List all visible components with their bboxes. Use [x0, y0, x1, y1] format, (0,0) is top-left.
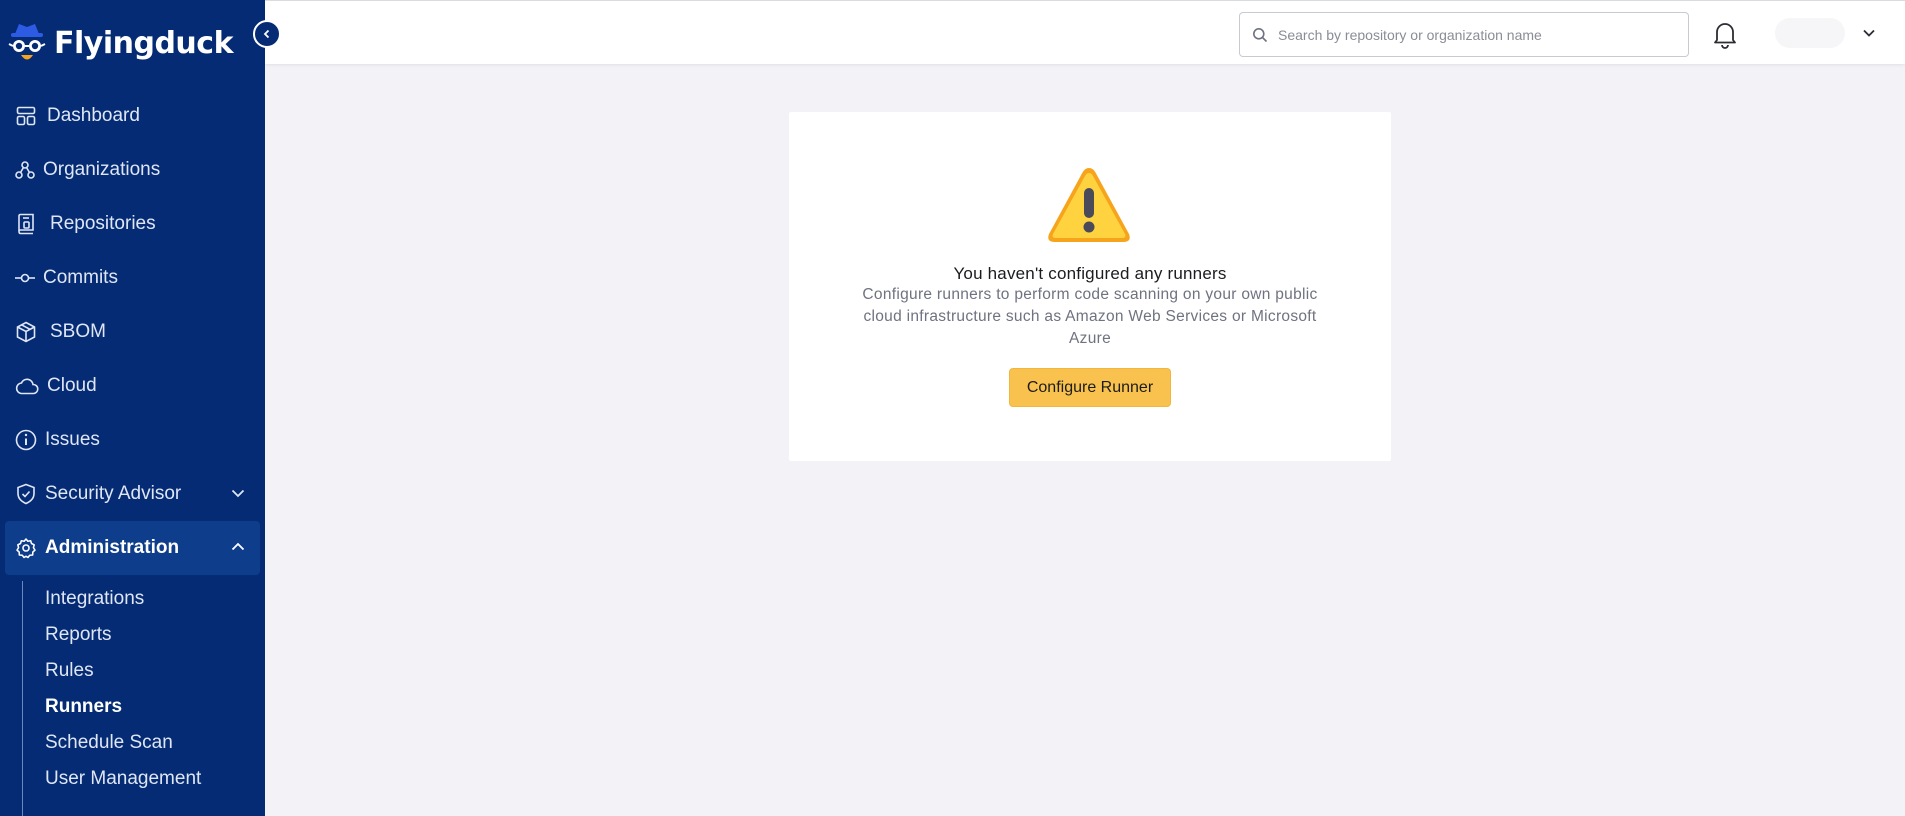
- bell-icon[interactable]: [1711, 19, 1739, 49]
- subnav-item-integrations[interactable]: Integrations: [22, 581, 265, 617]
- sidebar-nav: Dashboard Organizations Repositories Com…: [0, 89, 265, 816]
- sidebar-item-dashboard[interactable]: Dashboard: [0, 89, 265, 143]
- chevron-down-icon: [1863, 29, 1875, 37]
- sidebar-item-security-advisor[interactable]: Security Advisor: [0, 467, 265, 521]
- sidebar-item-cloud[interactable]: Cloud: [0, 359, 265, 413]
- sidebar-item-commits[interactable]: Commits: [0, 251, 265, 305]
- brand-name: Flyingduck: [54, 25, 234, 61]
- warning-icon: [1048, 168, 1130, 242]
- sidebar-item-label: SBOM: [50, 321, 106, 342]
- avatar: [1775, 18, 1845, 48]
- sidebar-item-label: Commits: [43, 267, 118, 288]
- sidebar-item-label: Administration: [45, 537, 180, 558]
- user-menu[interactable]: [1765, 15, 1877, 51]
- configure-runner-button[interactable]: Configure Runner: [1009, 368, 1171, 407]
- subnav-item-rules[interactable]: Rules: [22, 653, 265, 689]
- sidebar-item-issues[interactable]: Issues: [0, 413, 265, 467]
- sbom-icon: [15, 321, 37, 343]
- repositories-icon: [15, 213, 37, 235]
- sidebar-item-label: Dashboard: [47, 105, 140, 126]
- topbar: [265, 0, 1905, 64]
- subnav-item-schedule-scan[interactable]: Schedule Scan: [22, 725, 265, 761]
- sidebar-item-label: Security Advisor: [45, 483, 182, 504]
- chevron-left-icon: [263, 29, 270, 39]
- search-box[interactable]: [1239, 12, 1689, 57]
- gear-icon: [15, 537, 37, 559]
- sidebar-item-repositories[interactable]: Repositories: [0, 197, 265, 251]
- duck-logo-icon: [8, 24, 46, 60]
- runners-empty-state-card: You haven't configured any runners Confi…: [789, 112, 1391, 461]
- empty-state-description: Configure runners to perform code scanni…: [862, 286, 1318, 347]
- sidebar-item-administration[interactable]: Administration: [5, 521, 260, 575]
- sidebar-item-sbom[interactable]: SBOM: [0, 305, 265, 359]
- chevron-up-icon[interactable]: [229, 538, 247, 556]
- sidebar-item-label: Repositories: [50, 213, 156, 234]
- sidebar-item-label: Organizations: [43, 159, 161, 180]
- search-input[interactable]: [1278, 26, 1678, 43]
- shield-icon: [15, 483, 37, 505]
- sidebar-item-label: Cloud: [47, 375, 97, 396]
- dashboard-icon: [15, 105, 37, 127]
- sidebar-item-label: Issues: [45, 429, 100, 450]
- subnav-item-reports[interactable]: Reports: [22, 617, 265, 653]
- search-icon: [1253, 27, 1268, 42]
- chevron-down-icon[interactable]: [229, 484, 247, 502]
- empty-state-title: You haven't configured any runners: [953, 264, 1227, 283]
- subnav-item-user-management[interactable]: User Management: [22, 761, 265, 797]
- sidebar-collapse-button[interactable]: [253, 20, 281, 48]
- administration-subnav: Integrations Reports Rules Runners Sched…: [0, 581, 265, 816]
- organizations-icon: [15, 159, 35, 181]
- commits-icon: [15, 267, 35, 289]
- brand-logo[interactable]: Flyingduck: [8, 18, 234, 68]
- info-icon: [15, 429, 37, 451]
- subnav-item-runners[interactable]: Runners: [22, 689, 265, 725]
- sidebar: Flyingduck Dashboard Organizations Repos…: [0, 0, 265, 816]
- sidebar-item-organizations[interactable]: Organizations: [0, 143, 265, 197]
- cloud-icon: [15, 375, 39, 397]
